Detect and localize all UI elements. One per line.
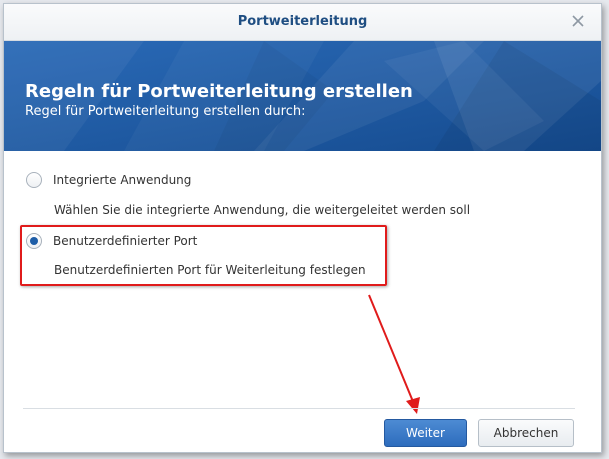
option-builtin-app[interactable]: Integrierte Anwendung [26, 172, 191, 188]
radio-builtin-app[interactable] [26, 172, 42, 188]
cancel-button[interactable]: Abbrechen [478, 419, 574, 447]
annotation-highlight-box [20, 225, 387, 286]
port-forwarding-dialog: Portweiterleitung Regeln für Portweiterl… [3, 3, 602, 453]
banner-subtitle: Regel für Portweiterleitung erstellen du… [25, 104, 306, 119]
footer-divider [23, 408, 575, 409]
banner-title: Regeln für Portweiterleitung erstellen [25, 81, 413, 102]
dialog-titlebar: Portweiterleitung [4, 4, 601, 41]
dialog-title: Portweiterleitung [237, 14, 368, 29]
wizard-banner: Regeln für Portweiterleitung erstellen R… [4, 41, 601, 151]
close-icon[interactable] [569, 12, 587, 30]
next-button[interactable]: Weiter [384, 419, 467, 447]
option-description-builtin-app: Wählen Sie die integrierte Anwendung, di… [54, 203, 471, 217]
option-label-builtin-app: Integrierte Anwendung [53, 173, 192, 187]
